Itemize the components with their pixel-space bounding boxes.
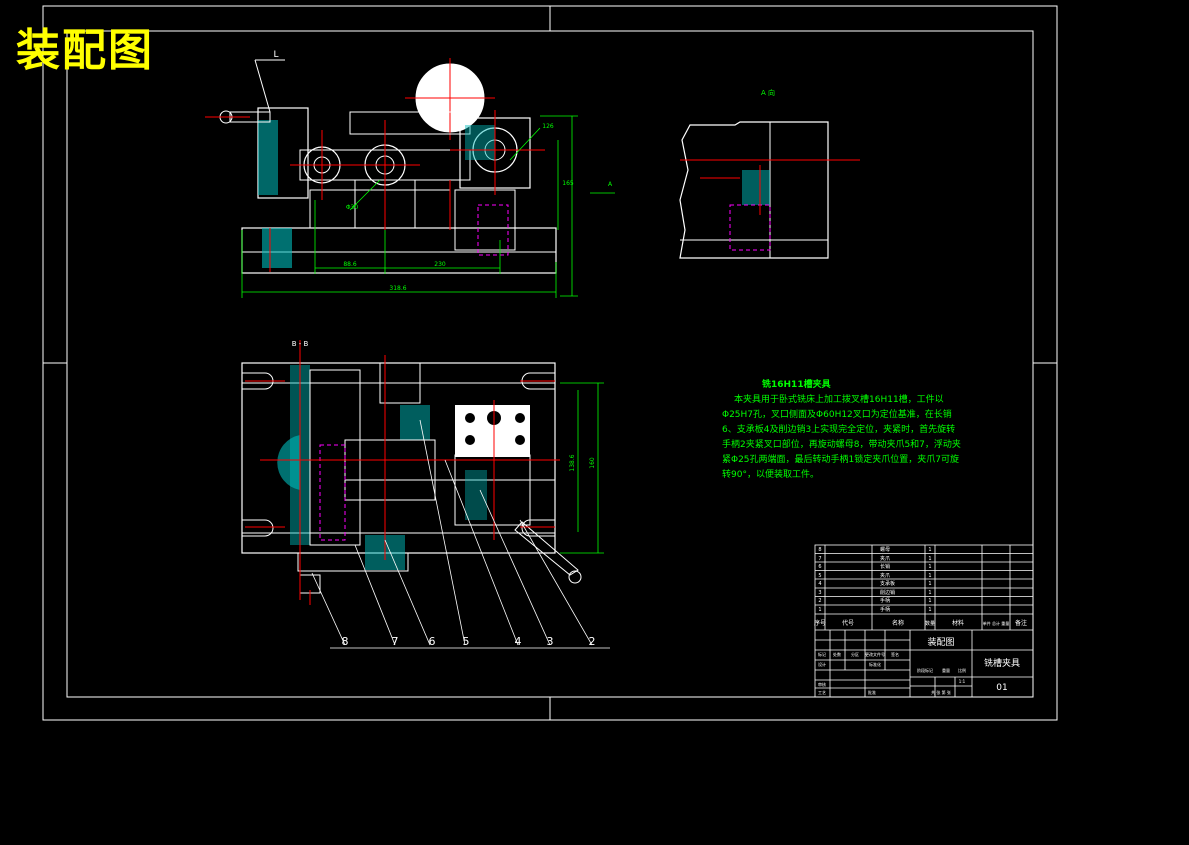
- section-label: B - B: [292, 340, 309, 348]
- dim-span-right: 230: [434, 261, 446, 268]
- tb-hdr-remark: 备注: [1015, 619, 1027, 627]
- tb-row-no: 5: [818, 573, 821, 579]
- tb-row-no: 6: [818, 564, 821, 570]
- dim-overall-width: 318.6: [389, 285, 406, 292]
- dim-span-left: 88.6: [343, 261, 357, 268]
- tb-sign: 签名: [891, 651, 899, 657]
- balloon-4: 4: [515, 635, 522, 648]
- dim-height-top: 126: [542, 123, 554, 130]
- dim-height-main: 165: [562, 180, 574, 187]
- note-title: 铣16H11槽夹具: [762, 380, 831, 390]
- view-a-label: A 向: [761, 88, 775, 97]
- drawing-title: 装配图: [16, 25, 154, 76]
- tb-row-name: 夹爪: [880, 572, 890, 579]
- tb-row-qty: 1: [928, 556, 931, 562]
- tb-row-qty: 1: [928, 590, 931, 596]
- tb-row-qty: 1: [928, 598, 931, 604]
- tb-hdr-no: 序号: [814, 619, 826, 627]
- balloon-5: 5: [463, 635, 470, 648]
- tb-row-no: 8: [818, 547, 821, 553]
- tb-sheets: 共 张 第 张: [931, 689, 951, 695]
- tb-zone-qty: 处数: [833, 651, 841, 657]
- tb-drawing-name: 装配图: [927, 636, 954, 648]
- tb-row-qty: 1: [928, 581, 931, 587]
- technical-note: 铣16H11槽夹具 本夹具用于卧式铣床上加工拨叉槽16H11槽，工件以Φ25H7…: [722, 378, 962, 483]
- tb-file: 更改文件号: [865, 651, 885, 657]
- tb-ratio: 比例: [958, 667, 966, 673]
- balloon-7: 7: [392, 635, 399, 648]
- tb-hdr-qty: 数量: [925, 620, 935, 627]
- tb-mark: 标记: [818, 651, 826, 657]
- tb-check: 审核: [818, 681, 826, 687]
- tb-hdr-material: 材料: [952, 619, 964, 627]
- tb-row-name: 削边销: [880, 589, 895, 596]
- tb-zone: 分区: [851, 651, 859, 657]
- tb-approve: 批准: [868, 689, 876, 695]
- label-view-l: L: [273, 50, 278, 60]
- tb-scale: 1:1: [959, 679, 966, 684]
- tb-row-qty: 1: [928, 607, 931, 613]
- tb-row-no: 4: [818, 581, 821, 587]
- dim-plan-height: 160: [589, 457, 596, 469]
- tb-weight: 重量: [942, 667, 950, 673]
- balloon-3: 3: [547, 635, 554, 648]
- tb-hdr-weight: 单件 总计 重量: [983, 620, 1010, 626]
- tb-drawing-no: 01: [996, 683, 1007, 693]
- tb-row-name: 长销: [880, 563, 890, 570]
- tb-row-qty: 1: [928, 547, 931, 553]
- tb-row-name: 手柄: [880, 597, 890, 604]
- tb-design: 设计: [818, 661, 826, 667]
- tb-row-qty: 1: [928, 564, 931, 570]
- view-a: [679, 121, 860, 259]
- tb-row-name: 手柄: [880, 606, 890, 613]
- tb-std: 标准化: [869, 661, 881, 667]
- tb-row-no: 1: [818, 607, 821, 613]
- tb-stage: 阶段标记: [917, 667, 933, 673]
- section-view: [241, 340, 610, 649]
- note-body: 本夹具用于卧式铣床上加工拨叉槽16H11槽，工件以Φ25H7孔，叉口侧面及Φ60…: [722, 395, 961, 480]
- tb-row-no: 3: [818, 590, 821, 596]
- front-view: [205, 58, 615, 298]
- balloon-2: 2: [589, 635, 596, 648]
- drawing-canvas: 318.6 88.6 230 165 Φ30 126 L A A 向 B - B…: [0, 0, 1189, 841]
- tb-row-no: 7: [818, 556, 821, 562]
- tb-hdr-code: 代号: [842, 619, 854, 627]
- tb-process: 工艺: [818, 690, 826, 695]
- balloon-8: 8: [342, 635, 349, 648]
- balloon-6: 6: [429, 635, 436, 648]
- tb-row-name: 支承板: [880, 580, 895, 587]
- tb-part-name: 铣槽夹具: [984, 657, 1020, 669]
- tb-row-name: 螺母: [880, 546, 890, 553]
- tb-row-no: 2: [818, 598, 821, 604]
- arrow-a-label: A: [608, 181, 613, 188]
- tb-row-qty: 1: [928, 573, 931, 579]
- dim-plan-left: 138.6: [569, 454, 576, 471]
- dim-bore: Φ30: [346, 204, 359, 211]
- tb-row-name: 夹爪: [880, 555, 890, 562]
- tb-hdr-name: 名称: [892, 619, 904, 627]
